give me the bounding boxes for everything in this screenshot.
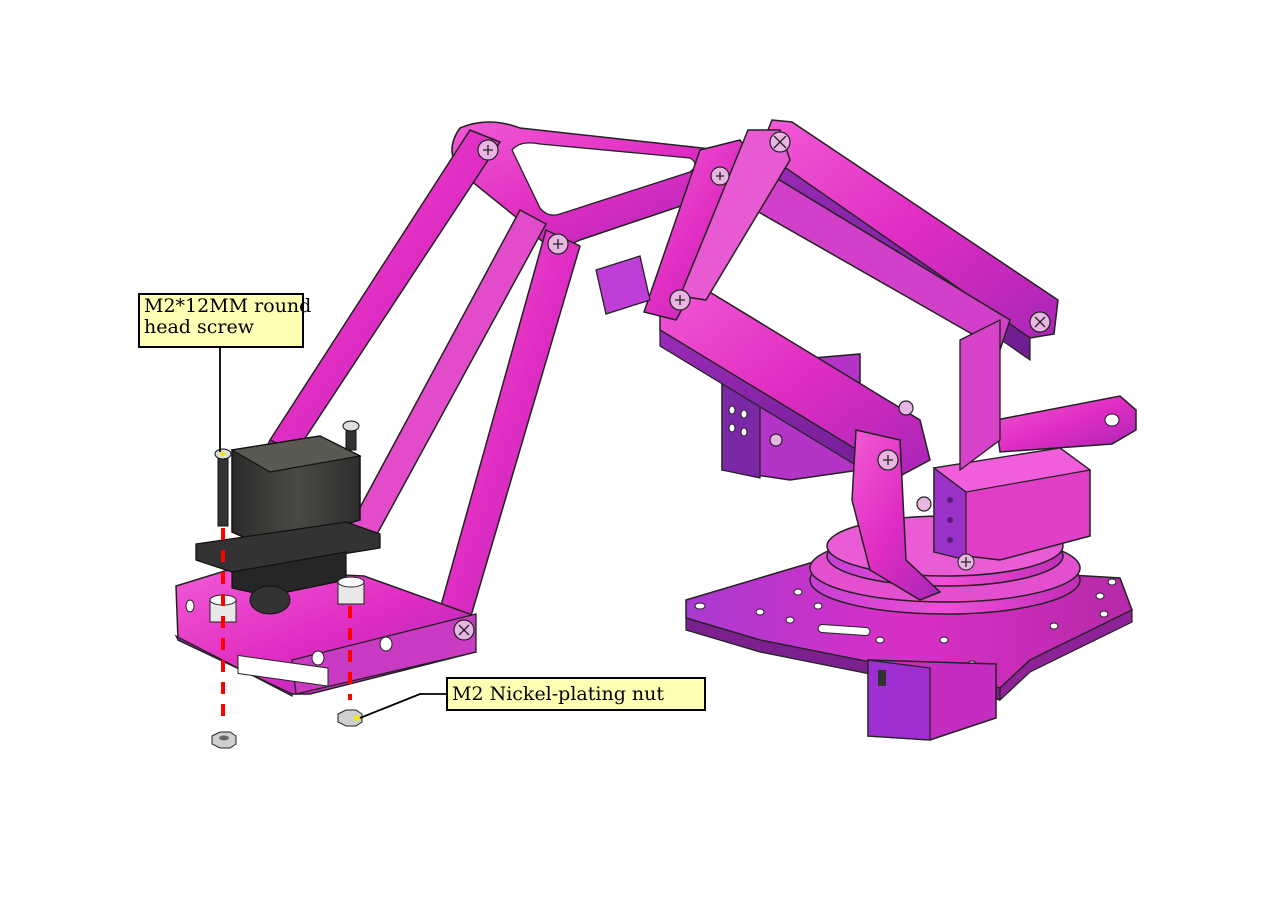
right-bracket — [995, 395, 1137, 453]
callout-screw-line1: M2*12MM round — [144, 295, 312, 317]
spacer-right — [337, 576, 365, 605]
callout-nut-label: M2 Nickel-plating nut — [446, 677, 706, 711]
nut-right — [337, 709, 363, 727]
callout-screw-line2: head screw — [144, 316, 254, 338]
callout-screw-label: M2*12MM round head screw — [138, 293, 312, 348]
linkage-cylinder — [595, 255, 651, 315]
screw-right — [342, 420, 360, 451]
screw-left — [214, 448, 232, 527]
nut-left — [211, 731, 237, 749]
robot-arm-assembly-diagram — [174, 119, 1137, 749]
gripper-bracket — [174, 569, 477, 697]
upper-rear-link — [759, 119, 1059, 362]
right-servo — [932, 447, 1092, 571]
